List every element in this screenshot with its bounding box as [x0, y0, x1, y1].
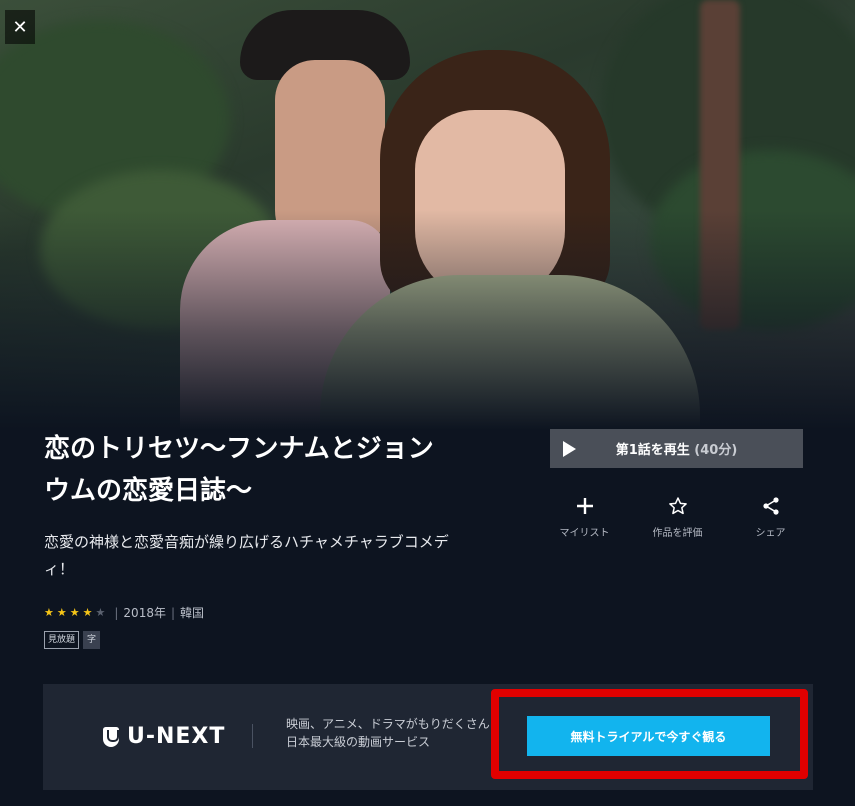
unext-shield-icon — [103, 726, 119, 747]
rate-label: 作品を評価 — [652, 528, 703, 539]
unlimited-badge: 見放題 — [44, 631, 80, 649]
rating-stars: ★ ★ ★ ★ ★ — [44, 606, 105, 619]
share-button[interactable]: シェア — [724, 496, 817, 539]
promo-line-2: 日本最大級の動画サービス — [286, 735, 431, 749]
meta-row: ★ ★ ★ ★ ★ | 2018年 | 韓国 — [44, 604, 204, 621]
star-icon: ★ — [56, 606, 67, 619]
play-episode-button[interactable]: 第1話を再生 (40分) — [550, 429, 803, 468]
hero-image — [0, 0, 855, 430]
release-year: 2018年 — [123, 606, 166, 620]
promo-line-1: 映画、アニメ、ドラマがもりだくさん！ — [286, 717, 502, 731]
meta-separator: | — [114, 605, 119, 620]
close-icon: ✕ — [12, 16, 28, 38]
share-label: シェア — [755, 528, 786, 539]
star-icon: ★ — [69, 606, 80, 619]
plus-icon — [538, 496, 631, 522]
star-icon: ★ — [95, 606, 106, 619]
mylist-label: マイリスト — [559, 528, 610, 539]
play-label: 第1話を再生 — [615, 443, 690, 458]
mylist-button[interactable]: マイリスト — [538, 496, 631, 539]
play-duration: (40分) — [694, 443, 738, 458]
promo-text: 映画、アニメ、ドラマがもりだくさん！ 日本最大級の動画サービス — [286, 715, 502, 751]
action-row: マイリスト 作品を評価 シェア — [538, 496, 818, 539]
star-icon: ★ — [44, 606, 54, 619]
page-title: 恋のトリセツ〜フンナムとジョンウムの恋愛日誌〜 — [44, 434, 434, 506]
catchphrase: 恋愛の神様と恋愛音痴が繰り広げるハチャメチャラブコメディ！ — [44, 533, 449, 578]
subtitle-badge: 字 — [83, 631, 101, 649]
badge-row: 見放題 字 — [44, 631, 101, 649]
meta-separator: | — [170, 605, 176, 620]
rate-button[interactable]: 作品を評価 — [631, 496, 724, 539]
close-button[interactable]: ✕ — [5, 10, 35, 44]
share-icon — [724, 496, 817, 522]
country: 韓国 — [180, 606, 205, 620]
star-outline-icon — [631, 496, 724, 522]
star-icon: ★ — [82, 606, 93, 619]
divider — [252, 724, 253, 748]
unext-logo: U-NEXT — [103, 724, 225, 749]
free-trial-button[interactable]: 無料トライアルで今すぐ観る — [527, 716, 770, 756]
